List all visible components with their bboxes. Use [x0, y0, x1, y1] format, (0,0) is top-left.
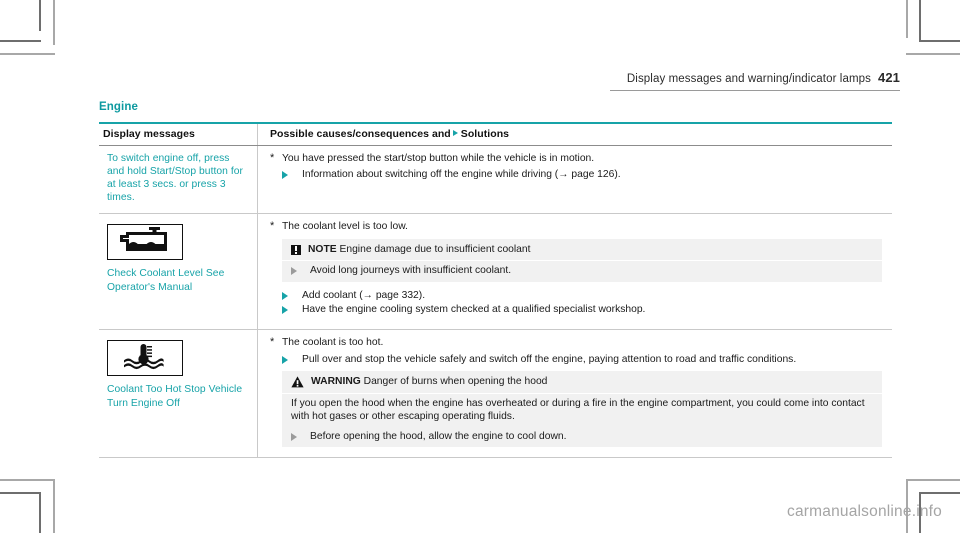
crop-mark-top-left-vertical: [39, 0, 41, 31]
solution-text: Information about switching off the engi…: [302, 169, 621, 180]
crop-mark-top-left-vertical-outer: [53, 0, 55, 45]
warning-box-body: If you open the hood when the engine has…: [282, 394, 882, 429]
display-messages-table: Display messages Possible causes/consequ…: [99, 122, 892, 459]
column-header-causes-text: Possible causes/consequences and: [270, 127, 451, 140]
note-headline: Engine damage due to insufficient coolan…: [339, 243, 531, 255]
solution-text: Pull over and stop the vehicle safely an…: [302, 353, 797, 365]
page-title: Engine: [99, 101, 138, 113]
note-box: NOTE Engine damage due to insufficient c…: [282, 238, 882, 282]
crop-mark-bottom-right-horizontal-outer: [906, 479, 960, 481]
warning-title-text: WARNING Danger of burns when opening the…: [304, 375, 547, 388]
row-1-display-message-cell: To switch engine off, press and hold Sta…: [99, 145, 258, 214]
watermark: carmanualsonline.info: [787, 503, 942, 520]
warning-label: WARNING: [311, 376, 361, 388]
coolant-temperature-high-icon: [107, 340, 183, 377]
row-2-display-message-cell: Check Coolant Level See Operator's Manua…: [99, 214, 258, 330]
row-3-causes-solutions-cell: * The coolant is too hot. Pull over and …: [258, 330, 892, 457]
warning-box-title: WARNING Danger of burns when opening the…: [282, 371, 882, 394]
warning-triangle-icon: [291, 376, 304, 388]
solution-triangle-icon: [282, 303, 302, 317]
note-box-title: NOTE Engine damage due to insufficient c…: [282, 239, 882, 262]
display-message-text: To switch engine off, press and hold Sta…: [107, 152, 244, 204]
solution-triangle-icon: [291, 430, 310, 443]
note-title-text: NOTE Engine damage due to insufficient c…: [301, 243, 531, 256]
column-header-solutions-text: Solutions: [460, 127, 510, 140]
solution-text: Have the engine cooling system checked a…: [302, 304, 646, 316]
crop-mark-top-right-vertical-outer: [906, 0, 908, 38]
solution-triangle-icon: [452, 129, 458, 136]
running-header-title: Display messages and warning/indicator l…: [626, 73, 871, 85]
note-box-action-row: Avoid long journeys with insufficient co…: [282, 261, 882, 281]
crop-mark-top-right-horizontal: [919, 40, 960, 42]
note-action-text: Avoid long journeys with insufficient co…: [310, 265, 512, 277]
crop-mark-bottom-left-horizontal-outer: [0, 479, 55, 481]
row-3-display-message-cell: Coolant Too Hot Stop Vehicle Turn Engine…: [99, 330, 258, 458]
cause-text: The coolant is too hot.: [282, 337, 384, 349]
solution-triangle-icon: [282, 168, 302, 182]
solution-line: Information about switching off the engi…: [270, 168, 888, 182]
cause-text: The coolant level is too low.: [282, 221, 408, 233]
solution-line: Add coolant (→ page 332).: [270, 289, 888, 303]
table-row: Coolant Too Hot Stop Vehicle Turn Engine…: [99, 330, 892, 459]
display-message-text: Check Coolant Level See Operator's Manua…: [107, 268, 225, 293]
header-divider: [610, 90, 900, 91]
asterisk-bullet-icon: *: [270, 151, 275, 164]
warning-body-text: If you open the hood when the engine has…: [291, 397, 865, 423]
cause-line: * The coolant level is too low.: [270, 220, 888, 233]
table-row: To switch engine off, press and hold Sta…: [99, 145, 892, 215]
crop-mark-bottom-left-horizontal: [0, 492, 41, 494]
solution-triangle-icon: [282, 353, 302, 367]
note-exclamation-icon: [291, 244, 301, 255]
table-header-row: Display messages Possible causes/consequ…: [99, 123, 892, 146]
warning-headline: Danger of burns when opening the hood: [363, 376, 548, 388]
row-2-causes-solutions-cell: * The coolant level is too low. NOTE Eng…: [258, 214, 892, 329]
cause-line: * The coolant is too hot.: [270, 336, 888, 349]
crop-mark-top-left-horizontal-outer: [0, 53, 55, 55]
cause-line: * You have pressed the start/stop button…: [270, 152, 888, 165]
cause-text: You have pressed the start/stop button w…: [282, 152, 595, 164]
display-message-text: Coolant Too Hot Stop Vehicle Turn Engine…: [107, 384, 243, 409]
coolant-level-low-icon: [107, 224, 183, 261]
solution-line: Pull over and stop the vehicle safely an…: [270, 353, 888, 367]
column-header-display-messages: Display messages: [103, 127, 195, 140]
solution-triangle-icon: [291, 264, 310, 277]
warning-action-text: Before opening the hood, allow the engin…: [310, 430, 567, 442]
crop-mark-top-right-vertical: [919, 0, 921, 41]
crop-mark-top-left-horizontal: [0, 40, 41, 42]
crop-mark-bottom-right-horizontal: [919, 492, 960, 494]
crop-mark-top-right-horizontal-outer: [906, 53, 960, 55]
asterisk-bullet-icon: *: [270, 220, 275, 233]
warning-box-action-row: Before opening the hood, allow the engin…: [282, 429, 882, 447]
table-header-cell-causes-solutions: Possible causes/consequences and Solution…: [258, 124, 892, 145]
table-row: Check Coolant Level See Operator's Manua…: [99, 214, 892, 331]
column-header-causes-solutions: Possible causes/consequences and Solution…: [270, 128, 888, 140]
page-number: 421: [878, 70, 900, 85]
asterisk-bullet-icon: *: [270, 336, 275, 349]
solution-triangle-icon: [282, 289, 302, 303]
row-1-causes-solutions-cell: * You have pressed the start/stop button…: [258, 146, 892, 214]
note-label: NOTE: [308, 243, 337, 255]
solution-text: Add coolant (→ page 332).: [302, 289, 426, 301]
table-header-cell-display-messages: Display messages: [99, 123, 258, 145]
warning-box: WARNING Danger of burns when opening the…: [282, 371, 882, 448]
running-header: Display messages and warning/indicator l…: [100, 70, 900, 85]
solution-line: Have the engine cooling system checked a…: [270, 303, 888, 317]
